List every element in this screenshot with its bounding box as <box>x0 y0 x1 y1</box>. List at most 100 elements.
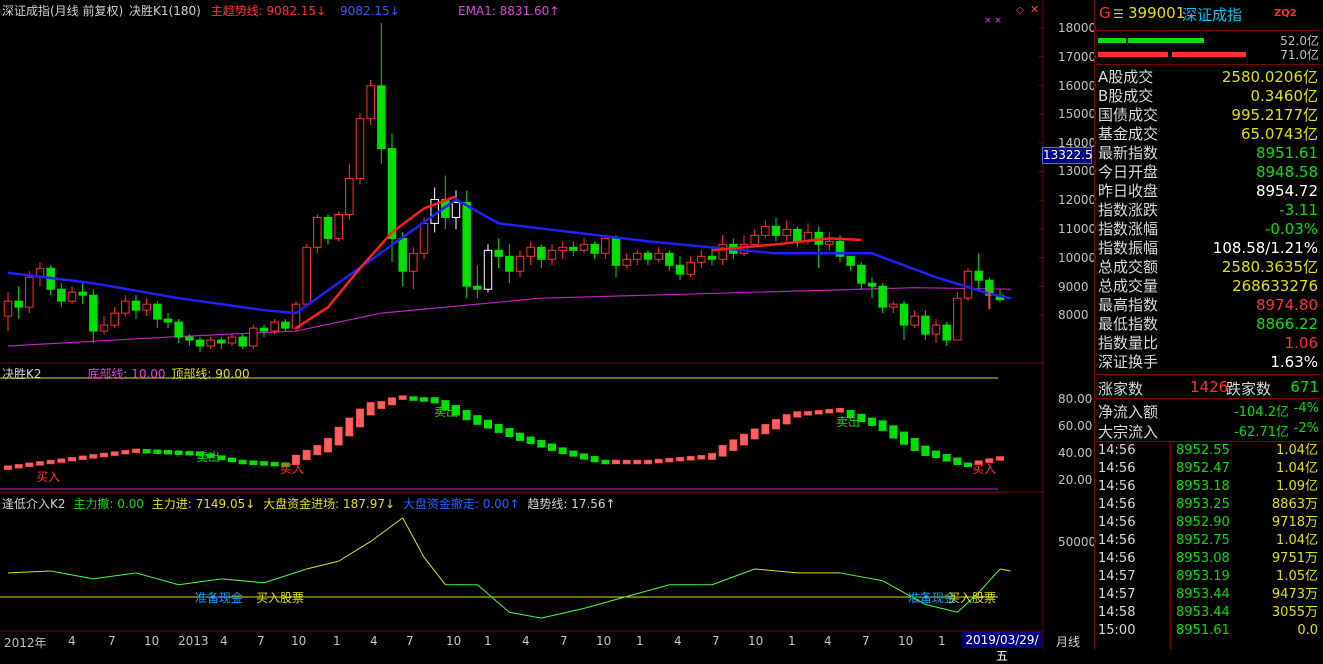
ema-label: EMA1: 8831.60↑ <box>458 4 560 18</box>
tick-row: 14:56 8953.18 1.09亿 <box>1096 478 1322 496</box>
tick-row: 14:56 8952.47 1.04亿 <box>1096 460 1322 478</box>
k2-block <box>473 415 482 425</box>
candle-body <box>771 225 781 236</box>
tick-volume: 1.05亿 <box>1276 569 1318 584</box>
candle-body <box>547 249 557 260</box>
tick-time: 14:56 <box>1098 515 1136 530</box>
flow-line <box>178 578 222 586</box>
k2-block <box>558 447 567 455</box>
close-icon[interactable]: ✕ <box>1030 3 1039 17</box>
k2-block <box>516 432 524 441</box>
x-tick: 10 <box>748 634 764 648</box>
k2-block <box>622 459 631 465</box>
candle-body <box>707 255 717 260</box>
candle-body <box>633 252 642 260</box>
quote-row: B股成交 0.3460亿 <box>1096 87 1322 106</box>
candle-body <box>899 303 909 326</box>
p2-tick: 60.00 <box>1058 419 1093 433</box>
candle-body <box>377 85 386 150</box>
tick-time: 14:56 <box>1098 443 1136 458</box>
x-tick: 1 <box>938 634 946 648</box>
candle-body <box>963 270 973 299</box>
candle-body <box>889 303 898 308</box>
quote-row: 指数振幅 108.58/1.21% <box>1096 239 1322 258</box>
panel2-bottom: 底部线: 10.00 <box>87 367 166 381</box>
candle-body <box>590 243 599 254</box>
quote-row: 今日开盘 8948.58 <box>1096 163 1322 182</box>
quote-label: 指数量比 <box>1098 334 1159 352</box>
flow-line <box>93 572 137 580</box>
k2-block <box>548 443 556 452</box>
tick-volume: 3055万 <box>1271 605 1318 620</box>
k2-block <box>761 423 770 435</box>
diamond-icon[interactable]: ◇ <box>1016 4 1024 18</box>
period-label[interactable]: 月线 <box>1056 633 1080 650</box>
k2-block <box>953 457 962 466</box>
k2-block <box>537 440 546 448</box>
tick-volume: 1.09亿 <box>1276 479 1318 494</box>
k2-block <box>57 458 66 463</box>
quote-row: 最高指数 8974.80 <box>1096 296 1322 315</box>
x-tick: 2013 <box>178 634 209 648</box>
flow-line <box>925 603 958 613</box>
candle-body <box>515 255 525 272</box>
k2-block <box>36 461 44 466</box>
x-tick: 7 <box>406 634 414 648</box>
quote-value: 1.63% <box>1270 353 1318 371</box>
bar2-label: 71.0亿 <box>1280 48 1319 62</box>
candle-body <box>14 300 23 308</box>
flow-line <box>338 541 371 562</box>
candle-body <box>78 291 87 296</box>
k2-block <box>388 397 396 406</box>
sell-signal: 卖出 <box>196 450 221 464</box>
candle-body <box>569 246 578 251</box>
x-tick: 1 <box>333 634 341 648</box>
flow-line <box>423 556 446 586</box>
k2-block <box>942 454 951 462</box>
divider <box>1096 398 1322 399</box>
chart-area[interactable] <box>0 0 1044 649</box>
tick-time: 14:57 <box>1098 587 1136 602</box>
quote-value: 995.2177亿 <box>1231 106 1318 124</box>
quote-value: 1.06 <box>1284 334 1318 352</box>
k2-block <box>153 449 162 454</box>
flow-line <box>978 568 1001 593</box>
k2-block <box>580 453 588 460</box>
flow-label: 大宗流入 <box>1098 423 1159 441</box>
quote-value: 65.0743亿 <box>1240 125 1318 143</box>
candle-body <box>89 294 98 332</box>
prep-cash-label: 准备现金 <box>195 591 244 605</box>
tick-volume: 0.0 <box>1297 623 1318 638</box>
sell-bar <box>1098 52 1168 57</box>
k2-block <box>686 456 695 461</box>
candle-body <box>153 303 162 320</box>
k2-block <box>505 428 514 438</box>
k2-block <box>836 407 844 413</box>
marker-icon: × × <box>984 16 1002 26</box>
menu-icon[interactable]: ☰ <box>1113 7 1124 21</box>
k2-block <box>313 444 322 456</box>
candle-body <box>110 312 119 326</box>
tick-time: 14:56 <box>1098 551 1136 566</box>
x-tick: 7 <box>257 634 265 648</box>
tick-price: 8953.08 <box>1176 551 1230 566</box>
candle-body <box>910 315 919 326</box>
divider <box>1096 374 1322 375</box>
tick-price: 8953.25 <box>1176 497 1230 512</box>
candle-body <box>249 327 258 347</box>
tick-volume: 8863万 <box>1271 497 1318 512</box>
tick-price: 8951.61 <box>1176 623 1230 638</box>
candle-body <box>281 321 290 329</box>
candle-body <box>206 339 215 347</box>
k2-block <box>78 455 87 461</box>
candle-body <box>974 270 983 281</box>
candle-body <box>505 255 514 272</box>
k2-block <box>25 462 34 468</box>
candle-body <box>142 303 151 311</box>
k2-block <box>601 459 610 465</box>
tick-row: 14:56 8952.75 1.04亿 <box>1096 532 1322 550</box>
tick-time: 14:56 <box>1098 533 1136 548</box>
panel3-title: 逢低介入K2 <box>2 497 66 511</box>
adv-count: 1426 <box>1190 378 1229 396</box>
buy-bar <box>1128 38 1204 43</box>
